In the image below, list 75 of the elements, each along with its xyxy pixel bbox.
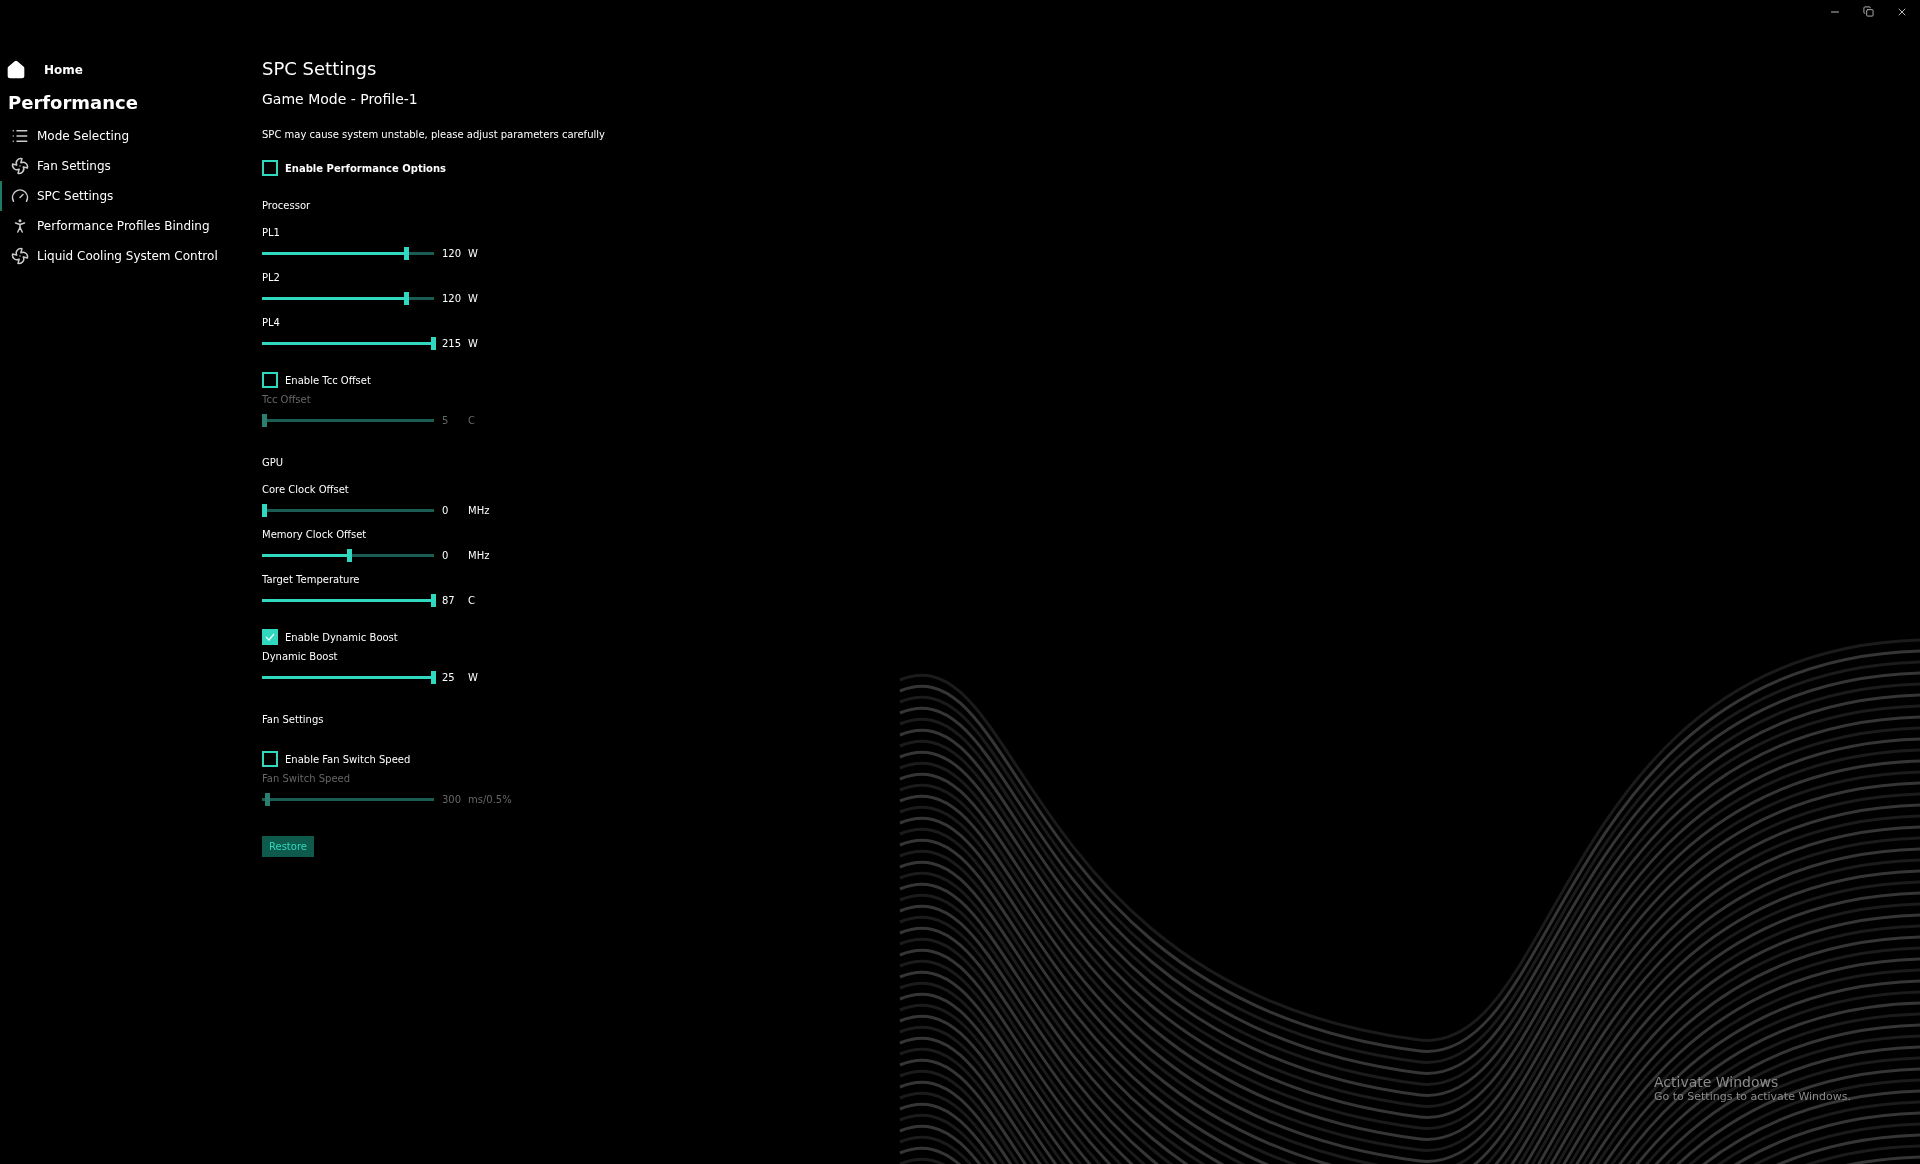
activation-text: Go to Settings to activate Windows. xyxy=(1654,1090,1852,1103)
slider-label: Target Temperature xyxy=(262,574,361,585)
slider-value: 25 xyxy=(442,671,456,683)
sidebar-item[interactable]: Mode Selecting xyxy=(0,121,262,151)
slider[interactable] xyxy=(262,413,434,427)
slider-value: 0 xyxy=(442,549,450,561)
slider[interactable] xyxy=(262,670,434,684)
slider-unit: C xyxy=(468,414,475,426)
slider-thumb[interactable] xyxy=(346,548,352,562)
slider-value: 87 xyxy=(442,594,456,606)
slider[interactable] xyxy=(262,548,434,562)
sidebar-item[interactable]: Liquid Cooling System Control xyxy=(0,241,262,271)
close-icon[interactable] xyxy=(1896,6,1908,18)
slider-thumb[interactable] xyxy=(403,246,409,260)
slider-label: Tcc Offset xyxy=(262,394,312,405)
slider[interactable] xyxy=(262,246,434,260)
section-title: Performance xyxy=(7,92,139,113)
fan-icon xyxy=(11,157,29,175)
slider-label: Fan Switch Speed xyxy=(262,773,352,784)
sidebar-item[interactable]: SPC Settings xyxy=(0,181,262,211)
slider-value: 300 xyxy=(442,793,462,805)
page-title: SPC Settings xyxy=(262,58,378,79)
checkbox[interactable] xyxy=(262,372,278,388)
activation-title: Activate Windows xyxy=(1654,1074,1780,1090)
group-heading: Fan Settings xyxy=(262,714,325,725)
restore-icon[interactable] xyxy=(1863,6,1874,18)
restore-button[interactable]: Restore xyxy=(262,836,314,857)
profile-subtitle: Game Mode - Profile-1 xyxy=(262,91,419,107)
slider-label: PL4 xyxy=(262,317,281,328)
group-heading: Processor xyxy=(262,200,312,211)
slider-unit: C xyxy=(468,594,475,606)
slider[interactable] xyxy=(262,593,434,607)
home-link[interactable]: Home xyxy=(0,58,262,82)
slider[interactable] xyxy=(262,792,434,806)
slider-thumb[interactable] xyxy=(403,291,409,305)
checkbox-label: Enable Fan Switch Speed xyxy=(285,753,411,765)
slider-label: PL2 xyxy=(262,272,281,283)
slider-label: Memory Clock Offset xyxy=(262,529,368,540)
checkbox-label: Enable Performance Options xyxy=(285,162,447,174)
slider-value: 0 xyxy=(442,504,450,516)
slider-unit: W xyxy=(468,247,478,259)
sidebar-item[interactable]: Fan Settings xyxy=(0,151,262,181)
warning-text: SPC may cause system unstable, please adjust parameters carefully xyxy=(262,129,605,140)
slider-unit: W xyxy=(468,671,478,683)
slider-thumb[interactable] xyxy=(431,670,436,684)
home-icon xyxy=(6,60,26,80)
slider-thumb[interactable] xyxy=(431,593,436,607)
slider-value: 120 xyxy=(442,292,462,304)
slider-unit: MHz xyxy=(468,504,490,516)
slider-label: Dynamic Boost xyxy=(262,651,339,662)
check-icon xyxy=(265,632,275,642)
slider[interactable] xyxy=(262,291,434,305)
list-icon xyxy=(11,127,29,145)
slider[interactable] xyxy=(262,503,434,517)
slider-label: Core Clock Offset xyxy=(262,484,350,495)
checkbox-label: Enable Dynamic Boost xyxy=(285,631,398,643)
slider-unit: W xyxy=(468,292,478,304)
slider-unit: ms/0.5% xyxy=(468,793,512,805)
slider-label: PL1 xyxy=(262,227,281,238)
slider-unit: MHz xyxy=(468,549,490,561)
checkbox[interactable] xyxy=(262,160,278,176)
gauge-icon xyxy=(11,187,29,205)
slider-unit: W xyxy=(468,337,478,349)
sidebar-item[interactable]: Performance Profiles Binding xyxy=(0,211,262,241)
fan-icon xyxy=(11,247,29,265)
checkbox[interactable] xyxy=(262,629,278,645)
group-heading: GPU xyxy=(262,457,285,468)
slider-value: 5 xyxy=(442,414,450,426)
checkbox-label: Enable Tcc Offset xyxy=(285,374,371,386)
slider-thumb[interactable] xyxy=(262,503,267,517)
slider[interactable] xyxy=(262,336,434,350)
slider-value: 120 xyxy=(442,247,462,259)
checkbox[interactable] xyxy=(262,751,278,767)
slider-value: 215 xyxy=(442,337,462,349)
slider-thumb[interactable] xyxy=(431,336,436,350)
